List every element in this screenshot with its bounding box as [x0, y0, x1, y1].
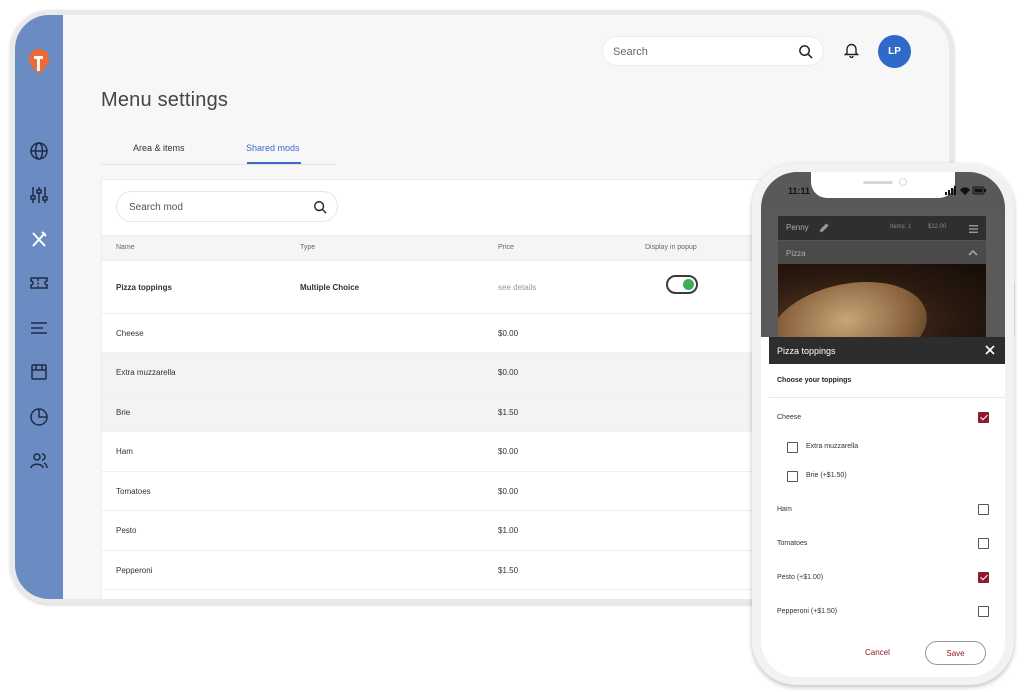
save-button[interactable]: Save — [925, 641, 986, 665]
modal-header: Pizza toppings — [769, 337, 1005, 364]
category-label: Pizza — [786, 249, 806, 258]
table-row[interactable]: Pesto $1.00 — [102, 511, 800, 551]
row-name: Pizza toppings — [116, 283, 172, 292]
search-icon[interactable] — [313, 200, 327, 214]
row-name: Pepperoni — [116, 566, 153, 575]
option-checkbox-extra-muzzarella[interactable] — [787, 442, 798, 453]
column-header-display-in-popup[interactable]: Display in popup — [645, 244, 697, 251]
menu-lines-icon[interactable] — [29, 318, 49, 338]
global-search — [602, 36, 824, 66]
option-label: Ham — [777, 506, 792, 513]
fork-knife-icon[interactable] — [29, 229, 49, 249]
row-name: Extra muzzarella — [116, 368, 176, 377]
search-icon[interactable] — [798, 44, 813, 59]
cancel-button[interactable]: Cancel — [865, 648, 890, 657]
pie-chart-icon[interactable] — [29, 407, 49, 427]
row-name: Cheese — [116, 329, 144, 338]
tab-shared-mods[interactable]: Shared mods — [246, 143, 300, 153]
divider — [769, 397, 1005, 398]
close-icon[interactable] — [985, 345, 995, 355]
row-price: $1.00 — [498, 526, 519, 535]
signal-wifi-battery-icon — [945, 186, 986, 195]
row-price: $0.00 — [498, 487, 519, 496]
mod-search — [116, 191, 338, 222]
row-name: Pesto — [116, 526, 137, 535]
sliders-icon[interactable] — [29, 185, 49, 205]
pencil-icon[interactable] — [819, 222, 830, 233]
row-price: $0.00 — [498, 368, 519, 377]
order-name: Penny — [786, 223, 809, 232]
page-title: Menu settings — [101, 89, 229, 111]
option-checkbox-cheese[interactable] — [978, 412, 989, 423]
users-icon[interactable] — [29, 451, 49, 471]
pizza-photo — [778, 264, 986, 337]
table-header: Name Type Price Display in popup — [102, 235, 800, 261]
mod-search-input[interactable] — [129, 199, 299, 215]
bell-icon[interactable] — [844, 42, 859, 58]
option-label: Extra muzzarella — [806, 443, 859, 450]
order-total: $12.00 — [928, 224, 947, 230]
ticket-icon[interactable] — [29, 273, 49, 293]
table-row[interactable]: Tomatoes $0.00 — [102, 472, 800, 511]
option-checkbox-tomatoes[interactable] — [978, 538, 989, 549]
table-row[interactable]: Cheese $0.00 — [102, 314, 800, 353]
order-header: Penny Items: 1 $12.00 — [778, 216, 986, 240]
table-row[interactable]: Brie $1.50 — [102, 393, 800, 432]
phone-notch — [811, 172, 955, 198]
table-row[interactable]: Extra muzzarella $0.00 — [102, 353, 800, 393]
category-bar[interactable]: Pizza — [778, 240, 986, 264]
option-label: Pepperoni (+$1.50) — [777, 608, 838, 615]
mods-table-card: Name Type Price Display in popup Pizza t… — [101, 179, 801, 599]
option-label: Cheese — [777, 414, 802, 421]
row-price: $1.50 — [498, 566, 519, 575]
table-row[interactable]: Pepperoni $1.50 — [102, 551, 800, 590]
column-header-type[interactable]: Type — [300, 244, 315, 251]
stage: LP Menu settings Area & items Shared mod… — [0, 0, 1024, 692]
option-label: Brie (+$1.50) — [806, 472, 847, 479]
row-price: $1.50 — [498, 408, 519, 417]
table-row[interactable]: Pizza toppings Multiple Choice see detai… — [102, 261, 800, 314]
option-label: Tomatoes — [777, 540, 808, 547]
sidebar — [15, 15, 63, 599]
row-name: Tomatoes — [116, 487, 151, 496]
modal-prompt: Choose your toppings — [777, 377, 852, 384]
menu-icon[interactable] — [969, 225, 978, 233]
phone-frame: 11:11 Penny Items: 1 $12.00 Pizza Pizza … — [752, 163, 1014, 685]
chevron-up-icon[interactable] — [968, 249, 978, 257]
option-checkbox-ham[interactable] — [978, 504, 989, 515]
speaker-grille — [863, 181, 893, 184]
row-name: Ham — [116, 447, 133, 456]
order-items-count: Items: 1 — [890, 224, 912, 230]
brand-logo-icon[interactable] — [28, 48, 50, 74]
active-tab-indicator — [247, 162, 301, 164]
row-price: $0.00 — [498, 447, 519, 456]
tab-area-items[interactable]: Area & items — [133, 143, 185, 153]
globe-icon[interactable] — [29, 141, 49, 161]
store-icon[interactable] — [29, 362, 49, 382]
status-time: 11:11 — [788, 186, 811, 196]
table-row[interactable]: Ham $0.00 — [102, 432, 800, 472]
global-search-input[interactable] — [613, 43, 783, 61]
modal-title: Pizza toppings — [777, 346, 836, 356]
row-price: $0.00 — [498, 329, 519, 338]
user-avatar[interactable]: LP — [878, 35, 911, 68]
option-checkbox-pepperoni[interactable] — [978, 606, 989, 617]
option-checkbox-pesto[interactable] — [978, 572, 989, 583]
row-price[interactable]: see details — [498, 283, 536, 292]
row-name: Brie — [116, 408, 131, 417]
tab-bar: Area & items Shared mods — [101, 133, 335, 165]
column-header-name[interactable]: Name — [116, 244, 135, 251]
column-header-price[interactable]: Price — [498, 244, 514, 251]
toggle-knob — [683, 279, 694, 290]
display-in-popup-toggle[interactable] — [666, 275, 698, 294]
toppings-modal: Choose your toppings Cheese Extra muzzar… — [769, 364, 1005, 677]
phone-screen: 11:11 Penny Items: 1 $12.00 Pizza Pizza … — [761, 172, 1005, 677]
pizza-crust — [778, 268, 936, 337]
option-label: Pesto (+$1.00) — [777, 574, 824, 581]
option-checkbox-brie[interactable] — [787, 471, 798, 482]
camera-icon — [899, 178, 907, 186]
row-type: Multiple Choice — [300, 283, 360, 292]
